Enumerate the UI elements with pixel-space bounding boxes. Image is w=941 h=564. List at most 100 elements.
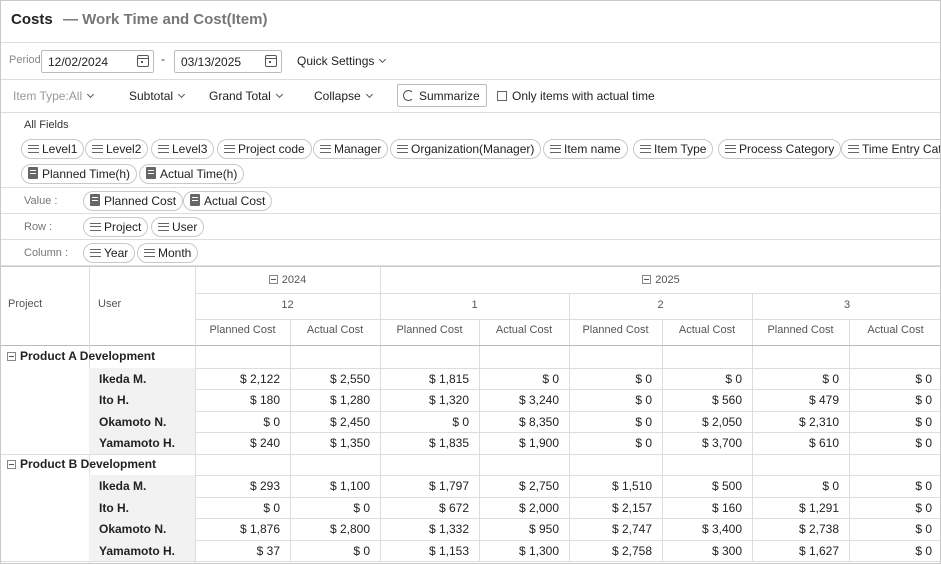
value-cell[interactable]: $ 0 <box>849 415 932 429</box>
row-chip-project[interactable]: Project <box>83 217 149 237</box>
field-chip-time-entry-category[interactable]: Time Entry Category <box>841 139 940 159</box>
value-cell[interactable]: $ 2,157 <box>569 501 652 515</box>
value-cell[interactable]: $ 0 <box>849 436 932 450</box>
value-cell[interactable]: $ 293 <box>195 479 280 493</box>
measure-header[interactable]: Planned Cost <box>752 324 849 336</box>
month-header[interactable]: 12 <box>195 299 380 311</box>
user-label[interactable]: Yamamoto H. <box>99 544 175 558</box>
value-cell[interactable]: $ 1,876 <box>195 522 280 536</box>
user-label[interactable]: Okamoto N. <box>99 522 166 536</box>
collapse-icon[interactable] <box>7 352 16 361</box>
value-chip-actual-cost[interactable]: Actual Cost <box>183 191 273 211</box>
value-cell[interactable]: $ 0 <box>195 501 280 515</box>
value-cell[interactable]: $ 1,900 <box>479 436 559 450</box>
field-chip-planned-time[interactable]: Planned Time(h) <box>21 164 138 184</box>
value-cell[interactable]: $ 0 <box>849 544 932 558</box>
field-chip-project-code[interactable]: Project code <box>217 139 312 159</box>
value-cell[interactable]: $ 2,750 <box>479 479 559 493</box>
value-cell[interactable]: $ 1,350 <box>290 436 370 450</box>
row-header-user[interactable]: User <box>98 298 121 310</box>
value-cell[interactable]: $ 950 <box>479 522 559 536</box>
month-header[interactable]: 1 <box>380 299 569 311</box>
measure-header[interactable]: Actual Cost <box>849 324 940 336</box>
value-cell[interactable]: $ 0 <box>752 372 839 386</box>
value-cell[interactable]: $ 0 <box>752 479 839 493</box>
field-chip-item-name[interactable]: Item name <box>543 139 628 159</box>
user-label[interactable]: Ikeda M. <box>99 479 146 493</box>
value-cell[interactable]: $ 1,153 <box>380 544 469 558</box>
value-cell[interactable]: $ 2,747 <box>569 522 652 536</box>
column-chip-month[interactable]: Month <box>137 243 199 263</box>
value-cell[interactable]: $ 1,320 <box>380 393 469 407</box>
value-cell[interactable]: $ 2,310 <box>752 415 839 429</box>
value-cell[interactable]: $ 0 <box>569 436 652 450</box>
field-chip-actual-time[interactable]: Actual Time(h) <box>139 164 245 184</box>
value-cell[interactable]: $ 1,280 <box>290 393 370 407</box>
project-group-row[interactable]: Product B Development <box>7 457 156 471</box>
value-cell[interactable]: $ 37 <box>195 544 280 558</box>
end-date-input[interactable]: 03/13/2025 <box>174 50 282 73</box>
value-cell[interactable]: $ 1,100 <box>290 479 370 493</box>
value-cell[interactable]: $ 0 <box>195 415 280 429</box>
collapse-icon[interactable] <box>7 459 16 469</box>
calendar-icon[interactable] <box>265 55 277 67</box>
value-cell[interactable]: $ 1,627 <box>752 544 839 558</box>
value-cell[interactable]: $ 0 <box>849 501 932 515</box>
value-cell[interactable]: $ 2,050 <box>662 415 742 429</box>
value-cell[interactable]: $ 0 <box>849 372 932 386</box>
value-cell[interactable]: $ 0 <box>849 393 932 407</box>
user-label[interactable]: Yamamoto H. <box>99 436 175 450</box>
value-cell[interactable]: $ 2,122 <box>195 372 280 386</box>
value-cell[interactable]: $ 0 <box>569 372 652 386</box>
value-cell[interactable]: $ 0 <box>290 501 370 515</box>
value-cell[interactable]: $ 2,000 <box>479 501 559 515</box>
value-cell[interactable]: $ 3,240 <box>479 393 559 407</box>
only-actual-toggle[interactable]: Only items with actual time <box>497 89 655 103</box>
row-header-project[interactable]: Project <box>8 298 42 310</box>
value-cell[interactable]: $ 1,332 <box>380 522 469 536</box>
field-chip-organization[interactable]: Organization(Manager) <box>390 139 542 159</box>
summarize-button[interactable]: Summarize <box>397 84 487 107</box>
only-actual-checkbox[interactable] <box>497 91 507 101</box>
value-cell[interactable]: $ 2,758 <box>569 544 652 558</box>
value-cell[interactable]: $ 500 <box>662 479 742 493</box>
value-cell[interactable]: $ 180 <box>195 393 280 407</box>
year-header-2024[interactable]: 2024 <box>195 274 380 286</box>
calendar-icon[interactable] <box>137 55 149 67</box>
value-cell[interactable]: $ 1,815 <box>380 372 469 386</box>
value-cell[interactable]: $ 240 <box>195 436 280 450</box>
user-label[interactable]: Okamoto N. <box>99 415 166 429</box>
value-cell[interactable]: $ 0 <box>380 415 469 429</box>
measure-header[interactable]: Planned Cost <box>195 324 290 336</box>
field-chip-level1[interactable]: Level1 <box>21 139 85 159</box>
value-cell[interactable]: $ 1,291 <box>752 501 839 515</box>
value-cell[interactable]: $ 1,510 <box>569 479 652 493</box>
value-cell[interactable]: $ 0 <box>569 415 652 429</box>
field-chip-level2[interactable]: Level2 <box>85 139 149 159</box>
field-chip-item-type[interactable]: Item Type <box>633 139 714 159</box>
value-cell[interactable]: $ 2,800 <box>290 522 370 536</box>
value-cell[interactable]: $ 3,400 <box>662 522 742 536</box>
start-date-input[interactable]: 12/02/2024 <box>41 50 154 73</box>
field-chip-manager[interactable]: Manager <box>313 139 389 159</box>
item-type-dropdown[interactable]: Item Type:All <box>13 89 95 103</box>
grand-total-dropdown[interactable]: Grand Total <box>209 89 283 103</box>
value-cell[interactable]: $ 2,450 <box>290 415 370 429</box>
collapse-icon[interactable] <box>268 275 278 284</box>
collapse-icon[interactable] <box>642 275 652 284</box>
month-header[interactable]: 3 <box>752 299 940 311</box>
value-cell[interactable]: $ 0 <box>479 372 559 386</box>
value-cell[interactable]: $ 8,350 <box>479 415 559 429</box>
year-header-2025[interactable]: 2025 <box>380 274 940 286</box>
value-cell[interactable]: $ 0 <box>849 479 932 493</box>
value-cell[interactable]: $ 610 <box>752 436 839 450</box>
value-cell[interactable]: $ 479 <box>752 393 839 407</box>
value-cell[interactable]: $ 0 <box>569 393 652 407</box>
value-cell[interactable]: $ 672 <box>380 501 469 515</box>
value-cell[interactable]: $ 1,835 <box>380 436 469 450</box>
field-chip-process-category[interactable]: Process Category <box>718 139 842 159</box>
measure-header[interactable]: Actual Cost <box>662 324 752 336</box>
measure-header[interactable]: Actual Cost <box>290 324 380 336</box>
value-cell[interactable]: $ 1,300 <box>479 544 559 558</box>
measure-header[interactable]: Actual Cost <box>479 324 569 336</box>
